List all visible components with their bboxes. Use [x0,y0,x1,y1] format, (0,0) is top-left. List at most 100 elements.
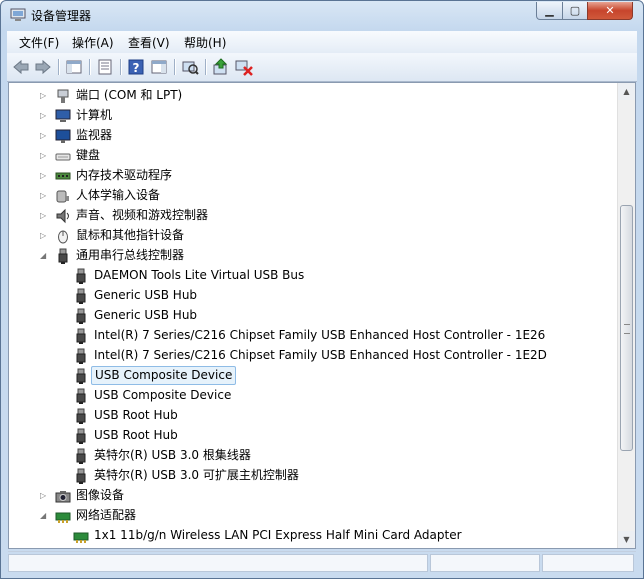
properties-button[interactable] [96,58,114,76]
usb-device-icon [73,428,89,444]
tree-category[interactable]: ▷ 计算机 [9,106,619,126]
tree-item-label: Intel(R) 7 Series/C216 Chipset Family US… [94,328,546,342]
tree-device[interactable]: 英特尔(R) USB 3.0 根集线器 [9,446,619,466]
scroll-up-arrow-icon[interactable]: ▲ [618,83,635,100]
status-cell-3 [542,554,634,572]
usb-device-icon [73,388,89,404]
tree-item-label: USB Root Hub [94,428,178,442]
tree-device[interactable]: USB Root Hub [9,406,619,426]
forward-button[interactable] [34,58,52,76]
menu-bar: 文件(F) 操作(A) 查看(V) 帮助(H) [7,31,637,53]
expand-arrow-icon[interactable]: ▷ [40,131,48,141]
tree-device[interactable]: Generic USB Hub [9,306,619,326]
properties-icon [98,59,112,75]
computer-device-icon [55,108,71,124]
tree-item-label: 人体学输入设备 [76,188,161,202]
tree-device[interactable]: USB Composite Device [9,366,619,386]
status-cell-main [8,554,428,572]
scan-hardware-button[interactable] [181,58,199,76]
collapse-arrow-icon[interactable]: ◢ [40,511,48,521]
tree-category[interactable]: ▷ 监视器 [9,126,619,146]
expand-arrow-icon[interactable]: ▷ [40,211,48,221]
status-cell-2 [430,554,540,572]
network-device-icon [55,508,71,524]
tree-device[interactable]: USB Composite Device [9,386,619,406]
title-bar[interactable]: 设备管理器 ▁ ▢ ✕ [1,1,643,29]
maximize-icon: ▢ [569,4,581,17]
tree-device[interactable]: Generic USB Hub [9,286,619,306]
menu-file[interactable]: 文件(F) [19,34,59,51]
camera-device-icon [55,488,71,504]
expand-arrow-icon[interactable]: ▷ [40,491,48,501]
device-manager-window: 设备管理器 ▁ ▢ ✕ 文件(F) 操作(A) 查看(V) 帮助(H) ? ▷ … [0,0,644,579]
expand-arrow-icon[interactable]: ▷ [40,231,48,241]
tree-category[interactable]: ▷ 声音、视频和游戏控制器 [9,206,619,226]
tree-device[interactable]: 1x1 11b/g/n Wireless LAN PCI Express Hal… [9,526,619,546]
tree-category[interactable]: ▷ 键盘 [9,146,619,166]
back-button[interactable] [12,58,30,76]
tree-device[interactable]: DAEMON Tools Lite Virtual USB Bus [9,266,619,286]
menu-view[interactable]: 查看(V) [128,34,170,51]
tree-category[interactable]: ◢ 通用串行总线控制器 [9,246,619,266]
tree-category[interactable]: ▷ 图像设备 [9,486,619,506]
mouse-device-icon [55,228,71,244]
usb-device-icon [73,468,89,484]
status-bar [8,551,636,574]
menu-help[interactable]: 帮助(H) [184,34,226,51]
hid-device-icon [55,188,71,204]
console-tree-button[interactable] [65,58,83,76]
tree-device[interactable]: Intel(R) 7 Series/C216 Chipset Family US… [9,326,619,346]
collapse-arrow-icon[interactable]: ◢ [40,251,48,261]
uninstall-device-icon [235,60,253,76]
usb-device-icon [73,408,89,424]
update-driver-icon [213,58,228,75]
tree-category[interactable]: ▷ 内存技术驱动程序 [9,166,619,186]
tree-item-label: USB Composite Device [91,366,237,385]
expand-arrow-icon[interactable]: ▷ [40,191,48,201]
tree-item-label: 图像设备 [76,488,125,502]
tree-item-label: 鼠标和其他指针设备 [76,228,185,242]
tree-category[interactable]: ▷ 鼠标和其他指针设备 [9,226,619,246]
window-title: 设备管理器 [31,9,92,23]
tree-item-label: 英特尔(R) USB 3.0 可扩展主机控制器 [94,468,299,482]
usb-device-icon [73,348,89,364]
tree-item-label: 网络适配器 [76,508,137,522]
close-button[interactable]: ✕ [587,2,633,20]
minimize-button[interactable]: ▁ [536,2,563,20]
expand-arrow-icon[interactable]: ▷ [40,171,48,181]
tree-device[interactable]: Intel(R) 7 Series/C216 Chipset Family US… [9,346,619,366]
tree-item-label: Intel(R) 7 Series/C216 Chipset Family US… [94,348,547,362]
view-toggle-button[interactable] [150,58,168,76]
vertical-scrollbar[interactable]: ▲ ▼ [617,83,635,548]
tree-item-label: 声音、视频和游戏控制器 [76,208,209,222]
tree-item-label: 监视器 [76,128,113,142]
usb-device-icon [73,368,89,384]
monitor-device-icon [55,128,71,144]
scroll-down-arrow-icon[interactable]: ▼ [618,531,635,548]
tree-category[interactable]: ◢ 网络适配器 [9,506,619,526]
help-button[interactable]: ? [127,58,145,76]
uninstall-device-button[interactable] [235,58,253,76]
scrollbar-thumb[interactable] [620,205,633,451]
usb-device-icon [73,328,89,344]
device-tree[interactable]: ▷ 端口 (COM 和 LPT) ▷ 计算机 ▷ 监视器 ▷ 键盘 ▷ 内存技术驱动程序 ▷ 人体学输… [8,82,636,549]
tree-item-label: 计算机 [76,108,113,122]
tree-item-label: 通用串行总线控制器 [76,248,185,262]
expand-arrow-icon[interactable]: ▷ [40,91,48,101]
network-device-icon [73,528,89,544]
help-icon: ? [128,59,144,75]
tree-category[interactable]: ▷ 端口 (COM 和 LPT) [9,86,619,106]
expand-arrow-icon[interactable]: ▷ [40,151,48,161]
tree-item-label: Generic USB Hub [94,308,198,322]
usb-device-icon [73,288,89,304]
tree-device[interactable]: USB Root Hub [9,426,619,446]
sound-device-icon [55,208,71,224]
maximize-button[interactable]: ▢ [562,2,588,20]
expand-arrow-icon[interactable]: ▷ [40,111,48,121]
usb-device-icon [73,448,89,464]
tree-category[interactable]: ▷ 人体学输入设备 [9,186,619,206]
menu-action[interactable]: 操作(A) [72,34,114,51]
update-driver-button[interactable] [212,58,230,76]
tree-item-label: Generic USB Hub [94,288,198,302]
tree-device[interactable]: 英特尔(R) USB 3.0 可扩展主机控制器 [9,466,619,486]
